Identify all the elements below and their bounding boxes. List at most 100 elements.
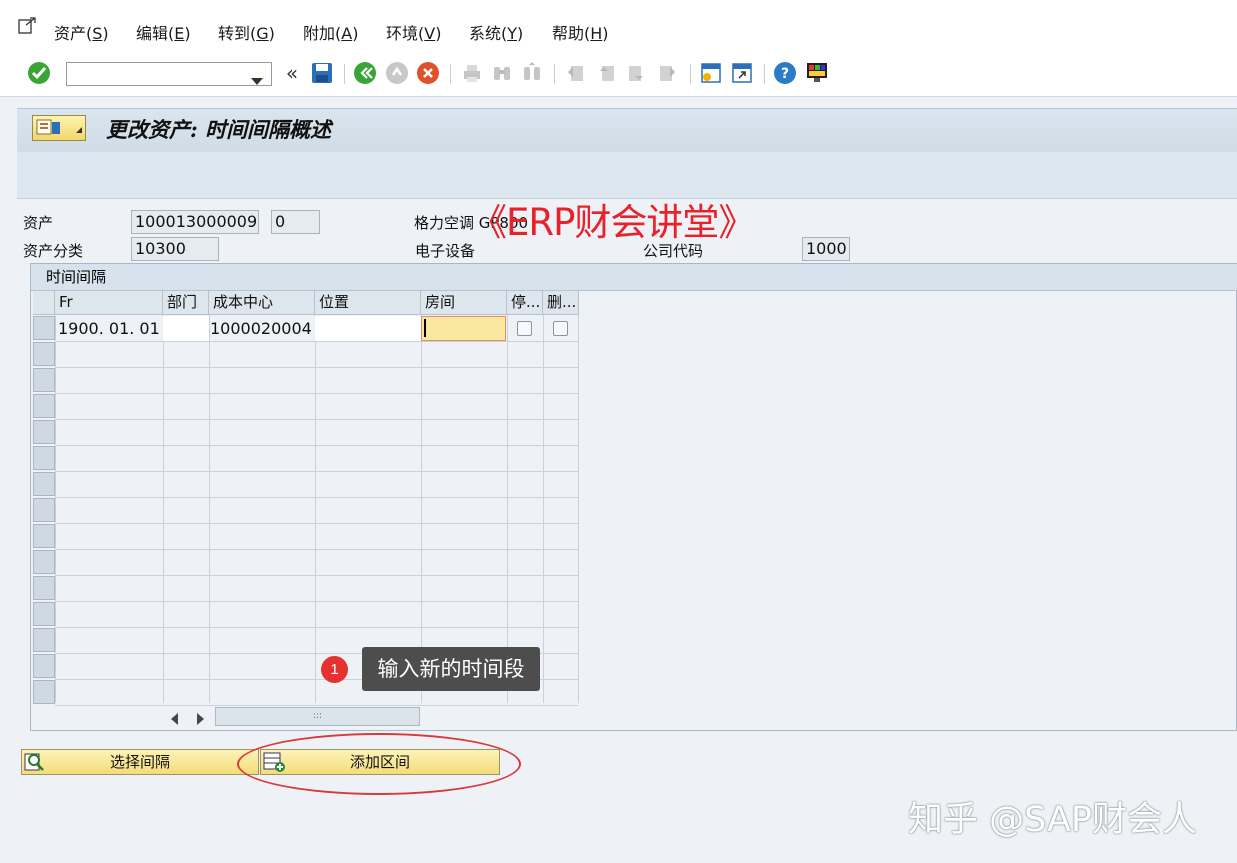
enter-icon[interactable] [27, 61, 51, 85]
horizontal-scrollbar[interactable]: ::: [215, 707, 420, 726]
column-header-cost-center[interactable]: 成本中心 [209, 291, 315, 315]
row-selector[interactable] [33, 654, 55, 678]
stop-checkbox[interactable] [517, 321, 532, 336]
row-selector[interactable] [33, 368, 55, 392]
table-title: 时间间隔 [46, 268, 107, 286]
menu-system[interactable]: 系统(Y) [469, 20, 523, 44]
menu-extras[interactable]: 附加(A) [303, 20, 358, 44]
magnifier-table-icon [24, 751, 46, 780]
select-interval-label: 选择间隔 [109, 753, 170, 771]
column-divider [421, 315, 422, 703]
triangle-icon [76, 118, 82, 137]
menu-asset[interactable]: 资产(S) [54, 20, 109, 44]
row-divider [55, 523, 578, 524]
column-header-stop[interactable]: 停... [507, 291, 543, 315]
text-cursor [424, 319, 426, 337]
collapse-icon[interactable]: « [280, 61, 304, 85]
row-selector[interactable] [33, 550, 55, 574]
column-divider [578, 315, 579, 703]
cell-department-input[interactable] [163, 316, 209, 341]
asset-label: 资产 [23, 214, 54, 232]
row-selector[interactable] [33, 498, 55, 522]
row-selector[interactable] [33, 472, 55, 496]
column-divider [163, 315, 164, 703]
back-icon[interactable] [353, 61, 377, 85]
row-divider [55, 705, 578, 706]
row-selector[interactable] [33, 628, 55, 652]
new-session-icon[interactable] [699, 61, 723, 85]
row-divider [55, 601, 578, 602]
row-divider [55, 497, 578, 498]
exit-icon[interactable] [385, 61, 409, 85]
select-interval-button[interactable]: 选择间隔 [21, 749, 259, 775]
last-page-icon[interactable] [656, 61, 680, 85]
row-selector[interactable] [33, 524, 55, 548]
cancel-icon[interactable] [416, 61, 440, 85]
asset-main-number-field[interactable]: 100013000009 [131, 210, 259, 234]
table-title-bar [31, 264, 1237, 291]
column-divider [209, 315, 210, 703]
chevron-down-icon[interactable] [251, 71, 263, 90]
scroll-left-icon[interactable] [170, 710, 180, 729]
row-divider [55, 393, 578, 394]
column-divider [315, 315, 316, 703]
step-badge: 1 [321, 656, 348, 683]
column-divider [55, 315, 56, 703]
cell-cost-center[interactable]: 1000020004 [210, 319, 312, 338]
command-field[interactable] [66, 62, 272, 86]
asset-sub-number-field[interactable]: 0 [271, 210, 320, 234]
save-icon[interactable] [310, 61, 334, 85]
page-title: 更改资产: 时间间隔概述 [106, 117, 332, 142]
row-selector[interactable] [33, 680, 55, 704]
delete-checkbox[interactable] [553, 321, 568, 336]
watermark-erp: 《ERP财会讲堂》 [470, 201, 755, 244]
row-divider [55, 627, 578, 628]
highlight-oval [237, 733, 521, 795]
select-all-cell[interactable] [33, 291, 55, 315]
system-menu-icon [36, 119, 62, 141]
find-icon[interactable] [490, 61, 514, 85]
row-selector[interactable] [33, 394, 55, 418]
column-header-room[interactable]: 房间 [421, 291, 507, 315]
row-divider [55, 445, 578, 446]
next-page-icon[interactable] [625, 61, 649, 85]
row-divider [55, 575, 578, 576]
print-icon[interactable] [460, 61, 484, 85]
asset-class-label: 资产分类 [23, 242, 84, 260]
column-header-delete[interactable]: 删... [543, 291, 579, 315]
prev-page-icon[interactable] [594, 61, 618, 85]
row-selector[interactable] [33, 316, 55, 340]
row-selector[interactable] [33, 576, 55, 600]
help-icon[interactable]: ? [773, 61, 797, 85]
scroll-right-icon[interactable] [195, 710, 205, 729]
find-next-icon[interactable] [520, 61, 544, 85]
row-selector[interactable] [33, 446, 55, 470]
row-divider [55, 471, 578, 472]
menu-exit-icon[interactable] [17, 16, 37, 40]
menu-goto[interactable]: 转到(G) [218, 20, 275, 44]
cell-location-input[interactable] [315, 316, 421, 341]
cell-room-input[interactable] [421, 316, 506, 341]
column-header-department[interactable]: 部门 [163, 291, 209, 315]
column-header-location[interactable]: 位置 [315, 291, 421, 315]
system-menu-button[interactable] [32, 115, 86, 141]
menu-help[interactable]: 帮助(H) [552, 20, 609, 44]
first-page-icon[interactable] [563, 61, 587, 85]
cell-fr-date[interactable]: 1900. 01. 01 [58, 319, 160, 338]
menu-edit[interactable]: 编辑(E) [136, 20, 191, 44]
shortcut-icon[interactable] [730, 61, 754, 85]
menu-environment[interactable]: 环境(V) [386, 20, 441, 44]
company-code-field[interactable]: 1000 [802, 237, 850, 261]
asset-class-field[interactable]: 10300 [131, 237, 219, 261]
column-header-fr[interactable]: Fr [55, 291, 163, 315]
row-selector[interactable] [33, 602, 55, 626]
row-selector[interactable] [33, 420, 55, 444]
svg-text:?: ? [781, 66, 789, 82]
asset-class-description: 电子设备 [415, 242, 476, 260]
column-divider [507, 315, 508, 703]
annotation-tooltip: 输入新的时间段 [362, 647, 540, 691]
row-selector[interactable] [33, 342, 55, 366]
customize-layout-icon[interactable] [805, 61, 829, 85]
menu-bar: 资产(S) 编辑(E) 转到(G) 附加(A) 环境(V) 系统(Y) 帮助(H… [0, 0, 1237, 53]
row-divider [55, 419, 578, 420]
